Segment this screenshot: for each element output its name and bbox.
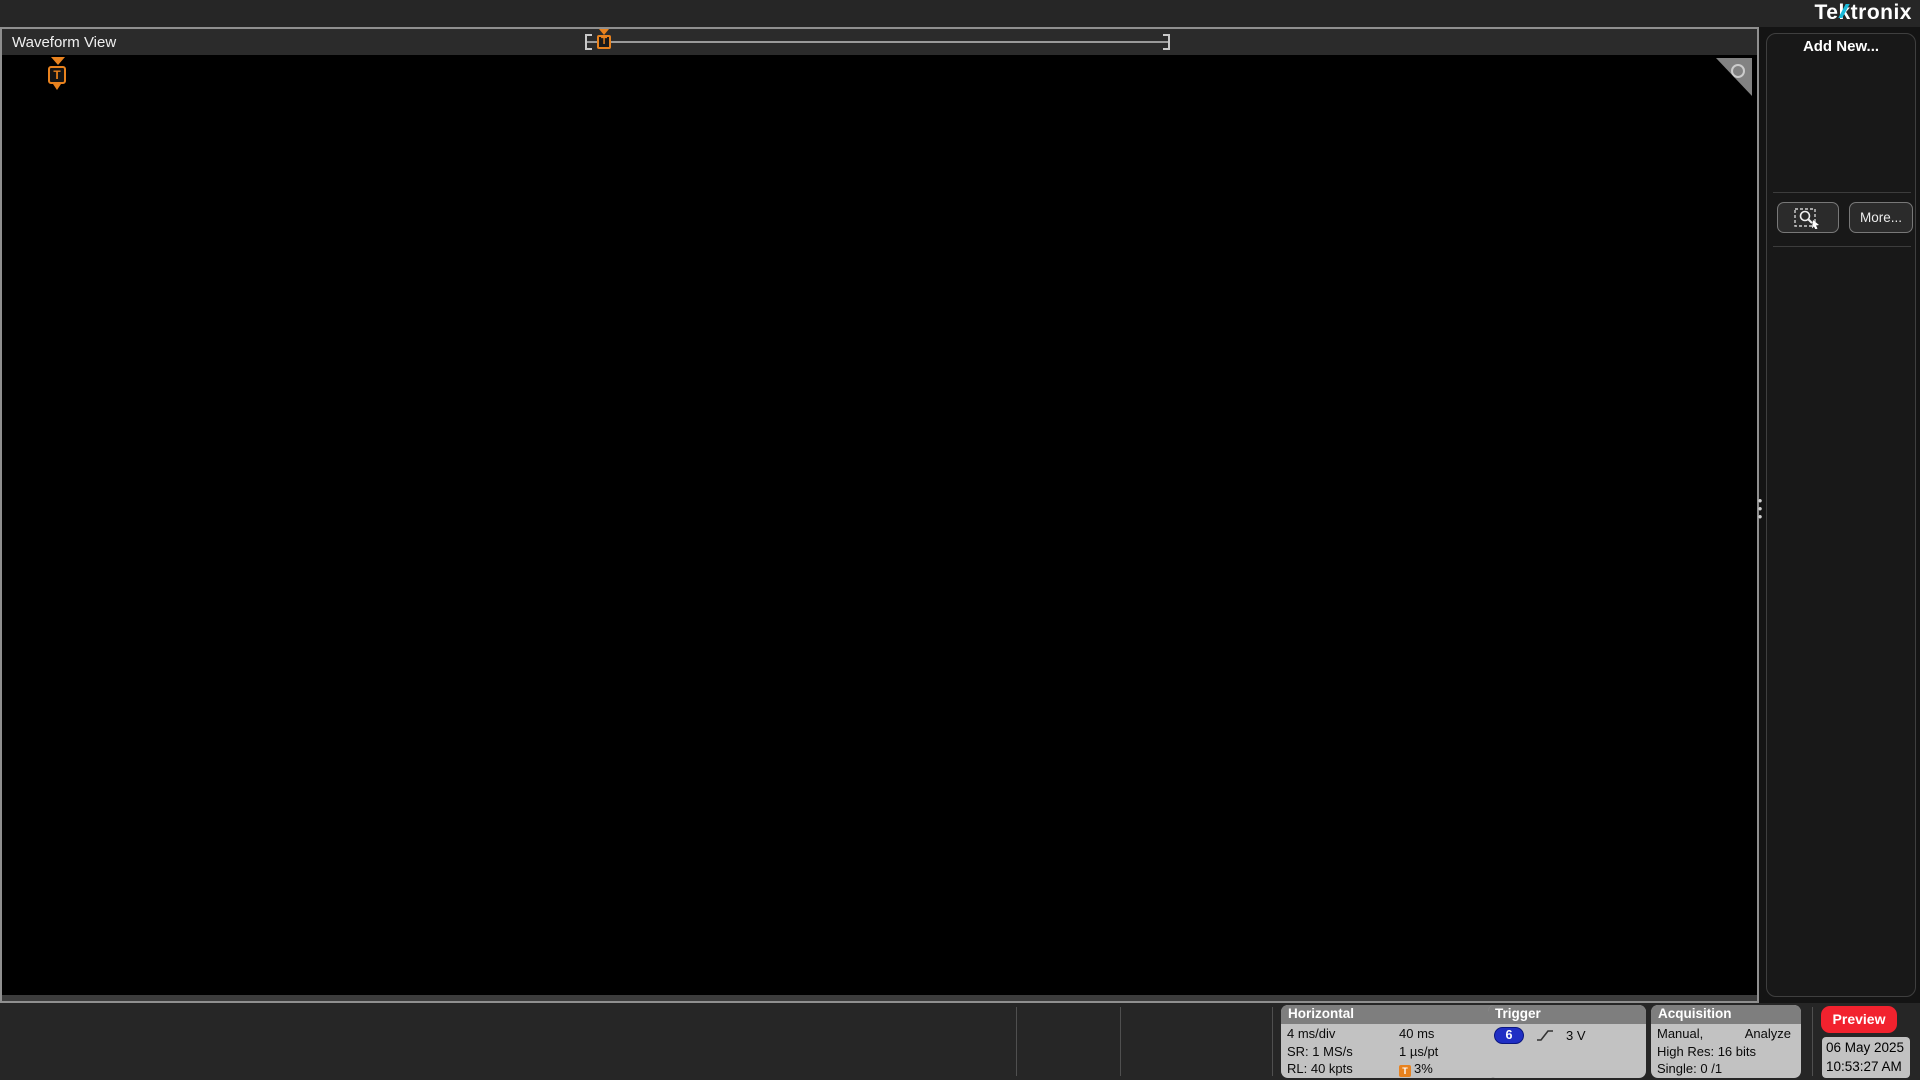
horizontal-overview-bar[interactable] [585, 29, 1170, 50]
overview-left-bracket[interactable] [585, 34, 592, 50]
horizontal-scale: 4 ms/div [1287, 1026, 1336, 1041]
time-label: 10:53:27 AM [1826, 1059, 1902, 1074]
rising-edge-icon [1537, 1030, 1553, 1042]
tektronix-logo: Tektronix [1814, 1, 1912, 24]
add-new-panel: Add New... More... [1766, 33, 1916, 997]
menu-bar: Tektronix [0, 0, 1920, 27]
acquisition-single: Single: 0 /1 [1657, 1061, 1723, 1076]
datetime-box[interactable]: 06 May 2025 10:53:27 AM [1822, 1037, 1910, 1078]
trigger-position-percent: 3% [1414, 1061, 1433, 1076]
waveform-view-title: Waveform View [12, 33, 117, 51]
sidebar: Add New... More... [1764, 27, 1920, 1003]
trigger-title: Trigger [1488, 1005, 1646, 1024]
trigger-position-flag[interactable] [48, 57, 68, 90]
trigger-stem-icon [53, 84, 61, 90]
trigger-source-badge: 6 [1494, 1027, 1524, 1045]
horizontal-panel[interactable]: Horizontal 4 ms/div 40 ms SR: 1 MS/s 1 µs/… [1281, 1005, 1498, 1078]
overview-line [587, 41, 1168, 43]
date-label: 06 May 2025 [1826, 1040, 1905, 1055]
zoom-select-button[interactable] [1777, 202, 1839, 233]
trigger-level: 3 V [1566, 1028, 1586, 1043]
acquisition-panel[interactable]: Acquisition Manual, Analyze High Res: 16… [1651, 1005, 1801, 1078]
add-new-title: Add New... [1802, 38, 1880, 55]
bottom-settings-bar: Horizontal 4 ms/div 40 ms SR: 1 MS/s 1 µs/… [0, 1003, 1920, 1080]
trigger-t-icon [48, 66, 66, 84]
waveform-window: Waveform View [0, 27, 1759, 1003]
graticule-area[interactable] [6, 57, 1755, 995]
preview-button[interactable]: Preview [1821, 1006, 1897, 1033]
zoom-select-icon [1794, 207, 1819, 229]
panel-drag-handle[interactable]: • • • [1757, 494, 1763, 523]
sidebar-divider [1773, 246, 1911, 247]
window-bottom-edge [2, 995, 1757, 1001]
horizontal-title: Horizontal [1281, 1005, 1498, 1024]
horizontal-window: 40 ms [1399, 1026, 1435, 1041]
overview-trigger-marker-icon[interactable] [597, 35, 611, 49]
acquisition-mode: Manual, [1657, 1026, 1704, 1041]
divider [1272, 1007, 1273, 1076]
overview-right-bracket[interactable] [1163, 34, 1170, 50]
sidebar-divider [1773, 192, 1911, 193]
sample-period: 1 µs/pt [1399, 1043, 1439, 1059]
acquisition-title: Acquisition [1651, 1005, 1801, 1024]
acquisition-resolution: High Res: 16 bits [1657, 1043, 1756, 1059]
divider [1120, 1007, 1121, 1076]
sample-rate: SR: 1 MS/s [1287, 1043, 1353, 1059]
trigger-arrow-icon [51, 57, 65, 65]
zoom-corner-icon[interactable] [1716, 58, 1752, 96]
divider [1016, 1007, 1017, 1076]
more-button[interactable]: More... [1849, 202, 1913, 233]
waveform-view-titlebar: Waveform View [2, 29, 1757, 55]
record-length: RL: 40 kpts [1287, 1061, 1353, 1076]
divider [1812, 1007, 1813, 1076]
trigger-panel[interactable]: Trigger 6 3 V [1488, 1005, 1646, 1078]
acquisition-analyze: Analyze [1744, 1026, 1791, 1041]
trigger-position-icon [1399, 1065, 1411, 1077]
